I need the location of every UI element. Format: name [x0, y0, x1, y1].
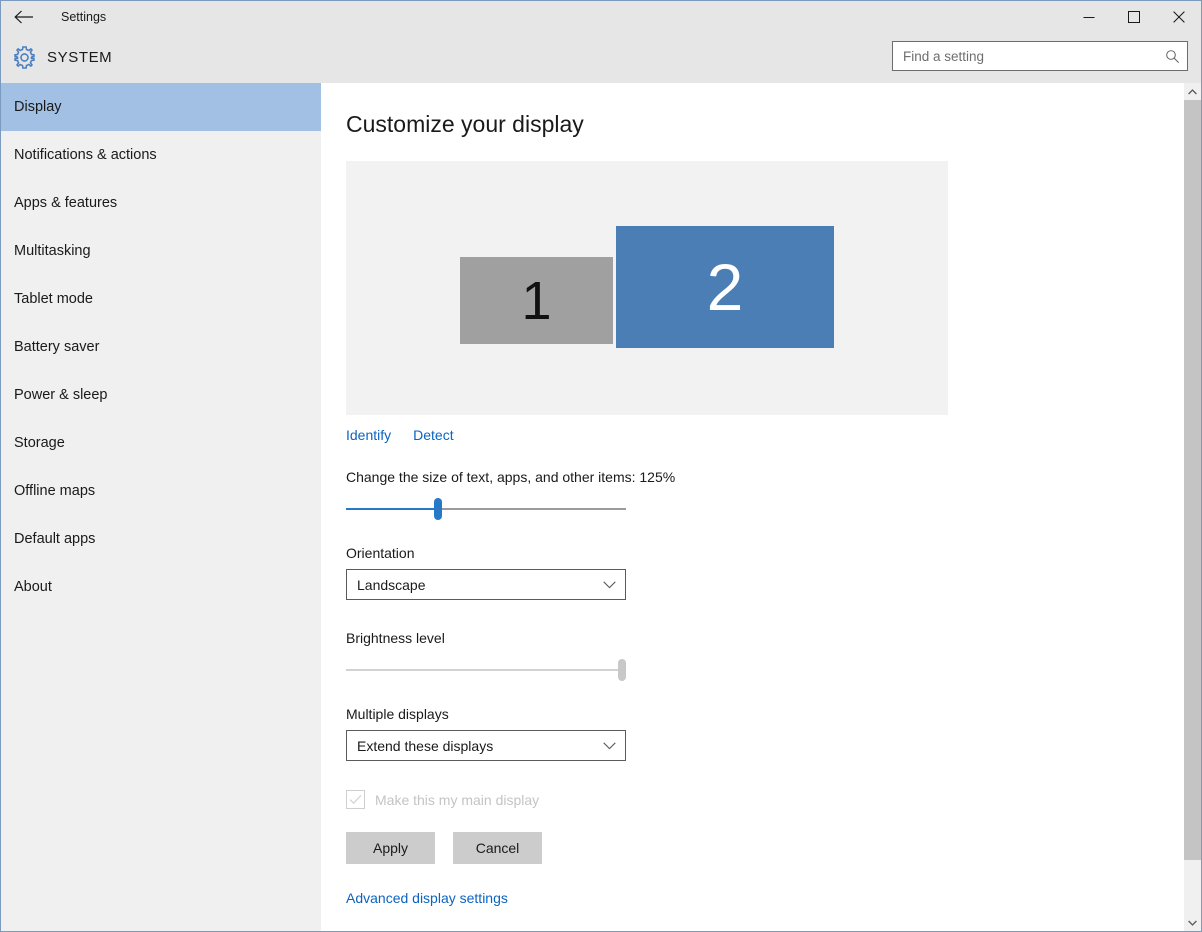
maximize-icon — [1127, 10, 1140, 23]
monitor-tile-2[interactable]: 2 — [616, 226, 834, 348]
detect-links-row: Identify Detect — [346, 427, 1201, 443]
orientation-label: Orientation — [346, 545, 415, 561]
action-buttons-row: Apply Cancel — [346, 832, 1201, 864]
sidebar-item-label: About — [14, 579, 52, 595]
monitor-number: 2 — [706, 250, 744, 324]
sidebar-item-label: Battery saver — [14, 339, 100, 355]
sidebar-item-label: Notifications & actions — [14, 147, 157, 163]
magnifier-icon — [1165, 49, 1179, 63]
brightness-slider-thumb — [618, 659, 626, 681]
back-button[interactable] — [1, 1, 47, 32]
main-display-checkbox-label: Make this my main display — [375, 791, 540, 808]
window-body: Display Notifications & actions Apps & f… — [1, 83, 1201, 931]
scale-slider[interactable] — [346, 498, 626, 520]
scrollbar-track[interactable] — [1184, 100, 1201, 914]
chevron-down-icon — [603, 741, 616, 750]
scale-slider-thumb[interactable] — [434, 498, 443, 520]
sidebar-item-multitasking[interactable]: Multitasking — [1, 227, 321, 275]
scroll-up-icon[interactable] — [1184, 83, 1201, 100]
sidebar-item-power-sleep[interactable]: Power & sleep — [1, 371, 321, 419]
sidebar-item-default-apps[interactable]: Default apps — [1, 515, 321, 563]
title-bar: Settings — [1, 1, 1201, 32]
sidebar-item-label: Multitasking — [14, 243, 91, 259]
main-display-checkbox — [346, 790, 365, 809]
identify-link[interactable]: Identify — [346, 427, 391, 443]
sidebar-item-offline-maps[interactable]: Offline maps — [1, 467, 321, 515]
sidebar-item-label: Storage — [14, 435, 65, 451]
sidebar-item-battery-saver[interactable]: Battery saver — [1, 323, 321, 371]
scroll-down-icon[interactable] — [1184, 914, 1201, 931]
sidebar-nav: Display Notifications & actions Apps & f… — [1, 83, 321, 931]
gear-icon-wrapper — [1, 45, 47, 70]
back-arrow-icon — [14, 10, 33, 23]
cancel-button[interactable]: Cancel — [453, 832, 542, 864]
section-header: SYSTEM — [1, 32, 1201, 83]
sidebar-item-tablet-mode[interactable]: Tablet mode — [1, 275, 321, 323]
close-icon — [1172, 10, 1185, 23]
detect-link[interactable]: Detect — [413, 427, 453, 443]
multiple-displays-value: Extend these displays — [357, 737, 494, 754]
close-button[interactable] — [1156, 1, 1201, 32]
search-input[interactable] — [893, 43, 1157, 69]
scale-slider-fill — [346, 508, 439, 510]
brightness-slider-track — [346, 669, 626, 671]
sidebar-item-storage[interactable]: Storage — [1, 419, 321, 467]
sidebar-item-label: Default apps — [14, 531, 96, 547]
search-box[interactable] — [892, 41, 1188, 71]
multiple-displays-label: Multiple displays — [346, 706, 449, 722]
advanced-display-settings-link[interactable]: Advanced display settings — [346, 890, 508, 906]
maximize-button[interactable] — [1111, 1, 1156, 32]
multiple-displays-dropdown[interactable]: Extend these displays — [346, 730, 626, 761]
page-section-title: SYSTEM — [47, 49, 113, 66]
sidebar-item-apps-features[interactable]: Apps & features — [1, 179, 321, 227]
apply-button[interactable]: Apply — [346, 832, 435, 864]
advanced-display-settings-row: Advanced display settings — [346, 890, 1201, 908]
monitor-tile-1[interactable]: 1 — [460, 257, 613, 344]
sidebar-item-label: Tablet mode — [14, 291, 93, 307]
main-display-checkbox-row: Make this my main display — [346, 790, 1201, 809]
sidebar-item-label: Apps & features — [14, 195, 118, 211]
chevron-down-icon — [603, 580, 616, 589]
checkmark-icon — [349, 794, 362, 805]
vertical-scrollbar[interactable] — [1184, 83, 1201, 931]
minimize-button[interactable] — [1066, 1, 1111, 32]
sidebar-item-display[interactable]: Display — [1, 83, 321, 131]
scrollbar-thumb[interactable] — [1184, 100, 1201, 860]
brightness-slider — [346, 659, 626, 681]
sidebar-item-about[interactable]: About — [1, 563, 321, 611]
sidebar-item-label: Offline maps — [14, 483, 96, 499]
main-content: Customize your display 1 2 Identify Dete… — [321, 83, 1201, 931]
search-icon[interactable] — [1157, 49, 1187, 64]
orientation-value: Landscape — [357, 576, 426, 593]
app-title: Settings — [61, 9, 107, 24]
brightness-label: Brightness level — [346, 630, 445, 646]
sidebar-item-label: Display — [14, 99, 62, 115]
sidebar-item-label: Power & sleep — [14, 387, 108, 403]
window-controls — [1066, 1, 1201, 32]
sidebar-item-notifications-actions[interactable]: Notifications & actions — [1, 131, 321, 179]
monitor-number: 1 — [521, 270, 552, 331]
gear-icon — [13, 46, 35, 69]
scale-label: Change the size of text, apps, and other… — [346, 469, 676, 485]
page-title: Customize your display — [346, 111, 584, 137]
settings-window: Settings SYSTEM Find a setting Display N… — [0, 0, 1202, 932]
display-arrangement-preview[interactable]: 1 2 — [346, 161, 948, 415]
minimize-icon — [1083, 16, 1094, 18]
orientation-dropdown[interactable]: Landscape — [346, 569, 626, 600]
